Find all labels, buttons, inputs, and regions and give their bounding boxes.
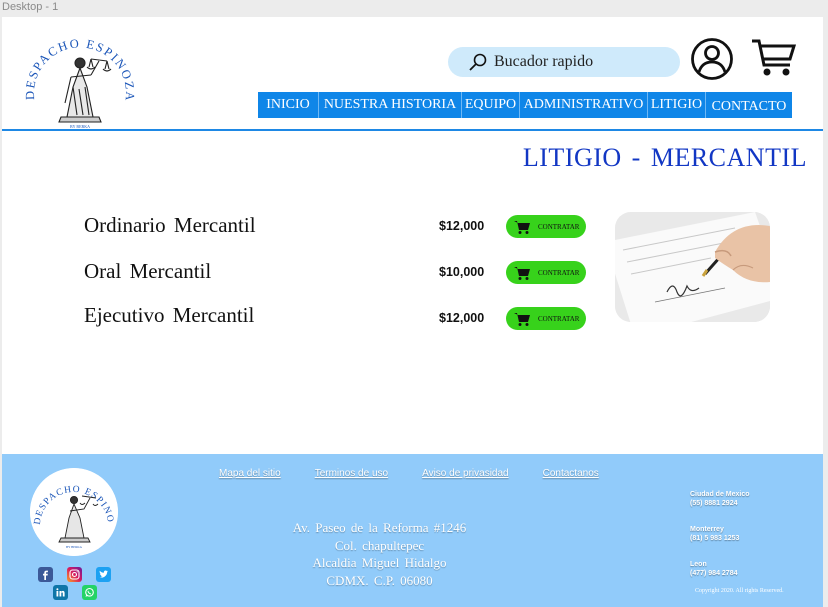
footer-link-terms[interactable]: Terminos de uso bbox=[315, 468, 388, 479]
shopping-cart-icon[interactable] bbox=[750, 37, 796, 77]
footer: DESPACHO ESPINOZA BY BERKA Mapa del siti… bbox=[2, 454, 823, 607]
whatsapp-icon[interactable] bbox=[82, 585, 97, 600]
contratar-label: CONTRATAR bbox=[538, 314, 580, 323]
contratar-button[interactable]: CONTRATAR bbox=[506, 307, 586, 330]
nav-item-equipo[interactable]: EQUIPO bbox=[462, 92, 520, 118]
contratar-button[interactable]: CONTRATAR bbox=[506, 261, 586, 284]
footer-contacts: Ciudad de Mexico (55) 8881 2924 Monterre… bbox=[690, 490, 750, 595]
page: DESPACHO ESPINOZA BY BERKA Bucador rapid… bbox=[2, 17, 823, 607]
main-nav: INICIO NUESTRA HISTORIA EQUIPO ADMINISTR… bbox=[258, 92, 792, 118]
nav-item-inicio[interactable]: INICIO bbox=[258, 92, 319, 118]
header-divider bbox=[2, 129, 823, 131]
instagram-icon[interactable] bbox=[67, 567, 82, 582]
twitter-icon[interactable] bbox=[96, 567, 111, 582]
address-line: Alcaldia Miguel Hidalgo bbox=[312, 555, 447, 570]
service-name: Ordinario Mercantil bbox=[84, 213, 256, 237]
search-input[interactable]: Bucador rapido bbox=[448, 47, 680, 77]
contact-city: Monterrey bbox=[690, 526, 724, 533]
footer-logo-subtext: BY BERKA bbox=[66, 545, 83, 549]
contratar-label: CONTRATAR bbox=[538, 268, 580, 277]
contratar-label: CONTRATAR bbox=[538, 222, 580, 231]
artboard-label: Desktop - 1 bbox=[2, 1, 59, 13]
address-line: CDMX. C.P. 06080 bbox=[326, 572, 433, 588]
service-price: $12,000 bbox=[439, 311, 485, 325]
footer-address: Av. Paseo de la Reforma #1246 Col. chapu… bbox=[252, 519, 507, 589]
cart-icon bbox=[514, 312, 530, 326]
search-icon bbox=[469, 53, 487, 71]
copyright: Copyright 2020. All rights Reserved. bbox=[695, 588, 784, 594]
footer-logo[interactable]: DESPACHO ESPINOZA BY BERKA bbox=[30, 468, 118, 556]
service-name: Ejecutivo Mercantil bbox=[84, 303, 255, 327]
service-price: $10,000 bbox=[439, 265, 485, 279]
contact-city: Ciudad de Mexico bbox=[690, 491, 750, 498]
footer-link-privacy[interactable]: Aviso de privasidad bbox=[422, 468, 509, 479]
service-price: $12,000 bbox=[439, 219, 485, 233]
brand-logo[interactable]: DESPACHO ESPINOZA BY BERKA bbox=[21, 25, 139, 131]
nav-item-administrativo[interactable]: ADMINISTRATIVO bbox=[520, 92, 648, 118]
facebook-icon[interactable] bbox=[38, 567, 53, 582]
contact-city: Leon bbox=[690, 561, 707, 568]
footer-link-contact[interactable]: Contactanos bbox=[543, 468, 599, 479]
cart-icon bbox=[514, 220, 530, 234]
contact-leon: Leon (477) 984 2784 bbox=[690, 560, 750, 578]
cart-icon bbox=[514, 266, 530, 280]
signing-document-photo bbox=[615, 212, 770, 322]
user-account-icon[interactable] bbox=[690, 37, 734, 81]
service-name: Oral Mercantil bbox=[84, 259, 212, 283]
contact-phone[interactable]: (81) 5 983 1253 bbox=[690, 534, 750, 543]
page-title: LITIGIO - MERCANTIL bbox=[522, 143, 807, 172]
nav-item-contacto[interactable]: CONTACTO bbox=[706, 92, 792, 118]
contact-phone[interactable]: (55) 8881 2924 bbox=[690, 499, 750, 508]
linkedin-icon[interactable] bbox=[53, 585, 68, 600]
address-line: Col. chapultepec bbox=[334, 537, 425, 553]
address-line: Av. Paseo de la Reforma #1246 bbox=[292, 520, 467, 535]
contact-phone[interactable]: (477) 984 2784 bbox=[690, 569, 750, 578]
footer-link-sitemap[interactable]: Mapa del sitio bbox=[219, 468, 281, 479]
contratar-button[interactable]: CONTRATAR bbox=[506, 215, 586, 238]
footer-links: Mapa del sitio Terminos de uso Aviso de … bbox=[219, 468, 599, 479]
nav-item-litigio[interactable]: LITIGIO bbox=[648, 92, 706, 118]
contact-monterrey: Monterrey (81) 5 983 1253 bbox=[690, 525, 750, 543]
search-placeholder: Bucador rapido bbox=[494, 53, 594, 70]
nav-item-nuestra-historia[interactable]: NUESTRA HISTORIA bbox=[319, 92, 462, 118]
contact-cdmx: Ciudad de Mexico (55) 8881 2924 bbox=[690, 490, 750, 508]
